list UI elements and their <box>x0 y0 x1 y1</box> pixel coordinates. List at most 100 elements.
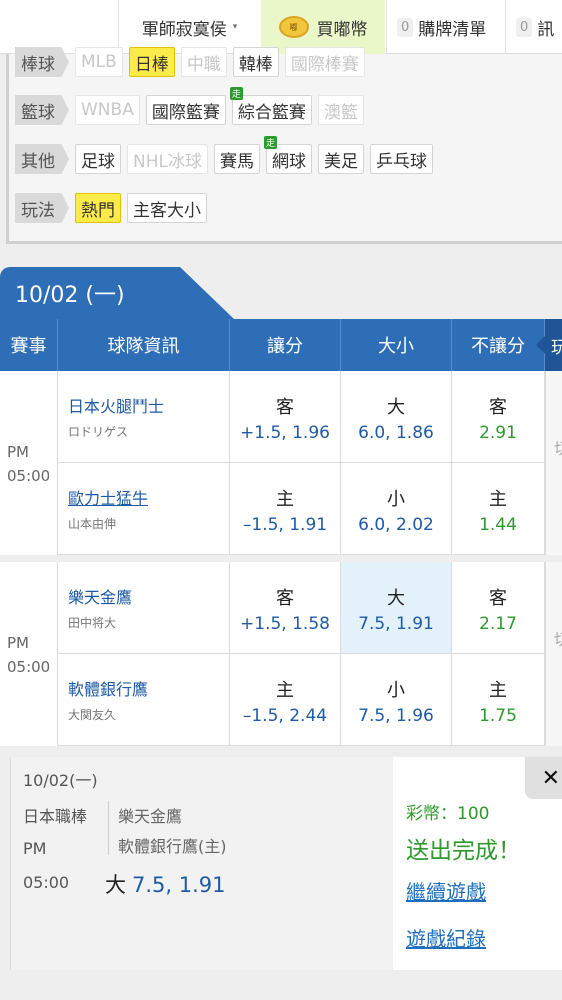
role-name: 軍師寂寞侯 <box>141 19 227 40</box>
sport-filter-panel: 棒球 MLB 日棒 中職 韓棒 國際棒賽 籃球 WNBA 國際籃賽 走綜合籃賽 … <box>6 47 562 244</box>
odds-handicap-away[interactable]: 客 +1.5, 1.58 <box>230 562 341 654</box>
away-team-cell[interactable]: 樂天金鷹 田中将大 <box>58 562 230 654</box>
odds-handicap-away[interactable]: 客 +1.5, 1.96 <box>230 371 341 463</box>
odds-total-under[interactable]: 小 7.5, 1.96 <box>341 654 452 746</box>
messages-label: 訊 <box>537 19 555 40</box>
game-row: PM 05:00 樂天金鷹 田中将大 軟體銀行鷹 大関友久 客 +1.5, 1.… <box>0 562 562 746</box>
odds-moneyline-away[interactable]: 客 2.17 <box>452 562 545 654</box>
filter-row-basketball: 籃球 WNBA 國際籃賽 走綜合籃賽 澳籃 <box>15 87 364 126</box>
header-total: 大小 <box>341 319 452 371</box>
ticket-details: 10/02(一) 日本職棒 樂天金鷹 軟體銀行鷹(主) PM 05:00 大 7.… <box>11 757 393 970</box>
game-time: PM 05:00 <box>0 371 58 555</box>
odds-side: 客 <box>489 397 507 418</box>
team-name: 樂天金鷹 <box>68 588 133 607</box>
odds-side: 大 <box>387 397 405 418</box>
game-clock: 05:00 <box>7 658 51 676</box>
odds-side: 大 <box>387 588 405 609</box>
chip-intl-basketball[interactable]: 國際籃賽 <box>145 95 226 125</box>
messages-count: 0 <box>516 17 533 37</box>
messages-link[interactable]: 0 訊 <box>505 0 562 54</box>
continue-game-link[interactable]: 繼續遊戲 <box>406 876 486 905</box>
odds-side: 主 <box>276 680 294 701</box>
ticket-team-away: 樂天金鷹 <box>118 807 183 826</box>
odds-total-over-selected[interactable]: 大 7.5, 1.91 <box>341 562 452 654</box>
odds-moneyline-home[interactable]: 主 1.75 <box>452 654 545 746</box>
odds-side: 小 <box>387 489 405 510</box>
odds-moneyline-home[interactable]: 主 1.44 <box>452 463 545 555</box>
purchase-list-link[interactable]: 0 購牌清單 <box>386 0 504 54</box>
chip-mixed-basketball[interactable]: 走綜合籃賽 <box>229 87 312 125</box>
more-plays-column[interactable]: 切 <box>545 562 562 746</box>
ticket-time: 05:00 <box>23 873 70 892</box>
filter-row-baseball: 棒球 MLB 日棒 中職 韓棒 國際棒賽 <box>15 46 365 78</box>
away-team-cell[interactable]: 日本火腿鬥士 ロドリゲス <box>58 371 230 463</box>
ticket-divider <box>108 801 109 855</box>
chip-wnba[interactable]: WNBA <box>75 95 140 125</box>
home-team-cell[interactable]: 軟體銀行鷹 大関友久 <box>58 654 230 746</box>
header-more-button[interactable]: 玩 <box>536 319 562 371</box>
header-more-label: 玩 <box>551 338 562 358</box>
odds-handicap-home[interactable]: 主 –1.5, 1.91 <box>230 463 341 555</box>
chip-mlb[interactable]: MLB <box>75 47 123 77</box>
date-tab[interactable]: 10/02 (一) <box>0 267 234 319</box>
filter-row-play: 玩法 熱門 主客大小 <box>15 192 207 224</box>
coin-icon: 嘟 <box>278 16 309 38</box>
chip-nhl[interactable]: NHL冰球 <box>127 144 208 174</box>
more-plays-label: 切 <box>554 626 562 650</box>
odds-value: 7.5, 1.96 <box>358 706 434 726</box>
game-row: PM 05:00 日本火腿鬥士 ロドリゲス 歐力士猛牛 山本由伸 客 +1.5,… <box>0 371 562 555</box>
chip-tennis[interactable]: 走網球 <box>263 136 312 174</box>
buy-coins-label: 買嘟幣 <box>316 19 368 40</box>
close-icon[interactable]: ✕ <box>525 757 562 799</box>
odds-total-over[interactable]: 大 6.0, 1.86 <box>341 371 452 463</box>
chip-cpbl[interactable]: 中職 <box>180 47 227 77</box>
chip-table-tennis[interactable]: 乒乓球 <box>369 144 433 174</box>
team-name: 日本火腿鬥士 <box>68 397 165 416</box>
coins-text: 彩幣：100 <box>406 804 490 824</box>
odds-side: 小 <box>387 680 405 701</box>
odds-side: 客 <box>276 397 294 418</box>
filter-row-other: 其他 足球 NHL冰球 賽馬 走網球 美足 乒乓球 <box>15 136 433 175</box>
chip-home-away-total[interactable]: 主客大小 <box>127 193 207 223</box>
odds-moneyline-away[interactable]: 客 2.91 <box>452 371 545 463</box>
chip-nbl[interactable]: 澳籃 <box>317 95 364 125</box>
chip-mixed-basketball-label: 綜合籃賽 <box>237 102 306 123</box>
odds-value: +1.5, 1.58 <box>240 614 330 634</box>
ticket-pick-side: 大 <box>105 873 126 897</box>
ticket-team-home: 軟體銀行鷹(主) <box>118 837 227 856</box>
live-badge: 走 <box>263 136 277 149</box>
odds-value: –1.5, 2.44 <box>242 706 328 726</box>
game-ampm: PM <box>7 634 29 652</box>
ticket-ampm: PM <box>23 839 47 858</box>
chip-kbo[interactable]: 韓棒 <box>232 47 279 77</box>
chip-soccer[interactable]: 足球 <box>75 144 121 174</box>
chip-horse-racing[interactable]: 賽馬 <box>213 144 260 174</box>
header-team-info: 球隊資訊 <box>58 319 230 371</box>
chip-npb[interactable]: 日棒 <box>128 47 175 77</box>
more-plays-column[interactable]: 切 <box>545 371 562 555</box>
odds-table-header: 賽事 球隊資訊 讓分 大小 不讓分 玩 <box>0 319 562 371</box>
chip-american-football[interactable]: 美足 <box>317 144 364 174</box>
chevron-left-icon <box>536 336 545 354</box>
pitcher-name: ロドリゲス <box>68 425 129 439</box>
odds-side: 客 <box>276 588 294 609</box>
pitcher-name: 山本由伸 <box>68 517 117 531</box>
chip-popular[interactable]: 熱門 <box>75 193 121 223</box>
game-time: PM 05:00 <box>0 562 58 746</box>
odds-value: 2.91 <box>479 423 517 443</box>
odds-value: 6.0, 1.86 <box>358 423 434 443</box>
header-moneyline: 不讓分 <box>452 319 545 371</box>
odds-total-under[interactable]: 小 6.0, 2.02 <box>341 463 452 555</box>
header-event: 賽事 <box>0 319 58 371</box>
pitcher-name: 田中将大 <box>68 616 117 630</box>
filter-label-play: 玩法 <box>15 193 69 223</box>
odds-value: +1.5, 1.96 <box>240 423 330 443</box>
more-plays-label: 切 <box>554 435 562 459</box>
odds-value: 2.17 <box>479 614 517 634</box>
home-team-cell[interactable]: 歐力士猛牛 山本由伸 <box>58 463 230 555</box>
odds-handicap-home[interactable]: 主 –1.5, 2.44 <box>230 654 341 746</box>
chip-intl-baseball[interactable]: 國際棒賽 <box>284 47 365 77</box>
odds-value: 1.44 <box>479 515 517 535</box>
game-records-link[interactable]: 遊戲紀錄 <box>406 923 486 952</box>
chevron-down-icon: ▾ <box>232 22 238 32</box>
